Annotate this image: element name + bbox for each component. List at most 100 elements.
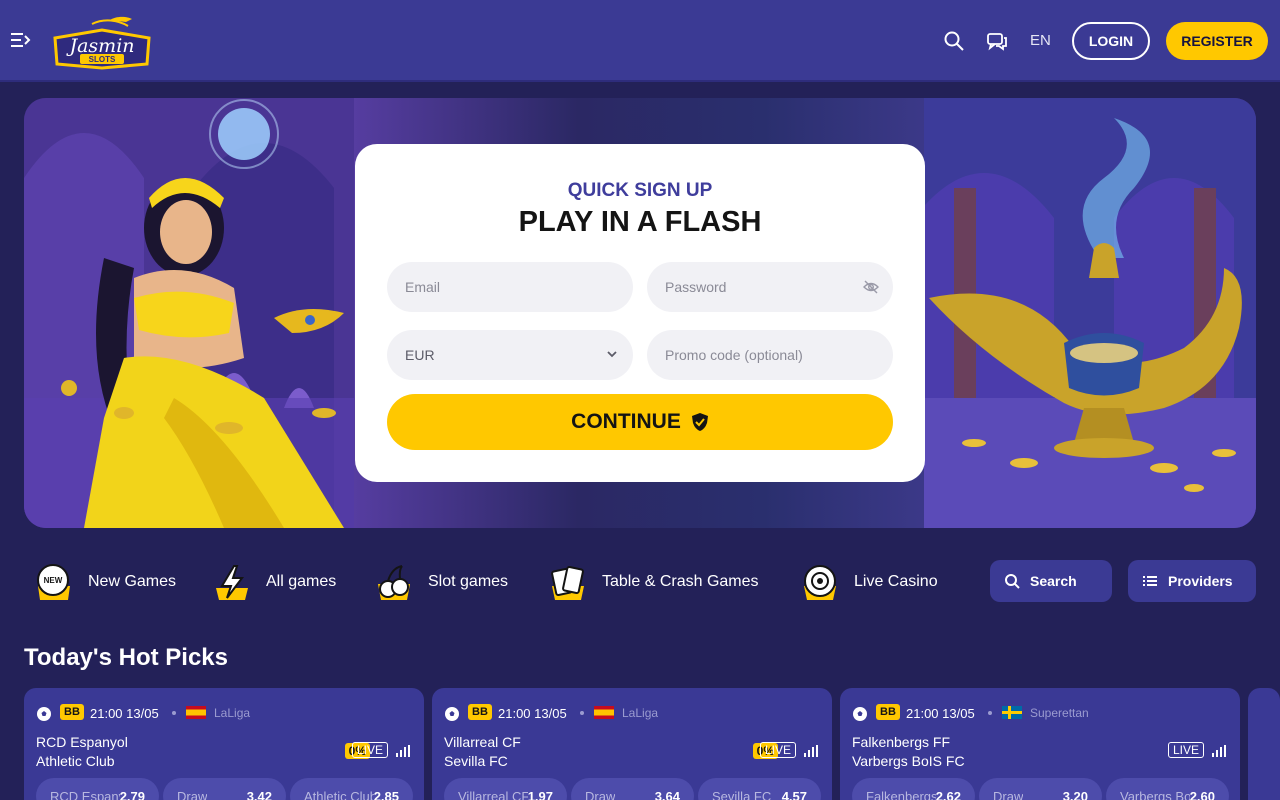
- chevron-down-icon: [607, 351, 617, 358]
- moon-icon: [218, 108, 270, 160]
- email-field[interactable]: Email: [387, 262, 633, 312]
- shield-check-icon: [691, 413, 708, 431]
- category-label: Live Casino: [854, 573, 938, 590]
- odd-value: 4.57: [781, 788, 807, 800]
- stats-icon[interactable]: [804, 745, 818, 757]
- match-time: 21:00 13/05: [90, 706, 159, 721]
- odd-label: Draw: [177, 788, 208, 800]
- odd-button-away[interactable]: Varbergs BoIS FC 2.60: [1106, 778, 1229, 800]
- category-live-casino[interactable]: Live Casino: [800, 562, 938, 602]
- league-name: LaLiga: [214, 706, 251, 720]
- stats-icon[interactable]: [1212, 745, 1226, 757]
- odd-button-home[interactable]: Falkenbergs FF 2.62: [852, 778, 975, 800]
- match-card[interactable]: BB 21:00 13/05 LaLiga Villarreal CF Sevi…: [432, 688, 832, 800]
- category-new-games[interactable]: NEW New Games: [34, 562, 176, 602]
- bet-badge: BB: [876, 704, 900, 720]
- category-label: New Games: [88, 573, 177, 590]
- team-away: Sevilla FC: [444, 753, 508, 769]
- jasmin-slots-logo[interactable]: Jasmin SLOTS: [52, 14, 152, 70]
- category-slot-games[interactable]: Slot games: [374, 562, 508, 602]
- live-badge: LIVE: [1167, 742, 1204, 758]
- football-icon: [445, 707, 459, 721]
- live-badge: LIVE: [759, 742, 796, 758]
- live-badge: LIVE: [351, 742, 388, 758]
- odd-label: Falkenbergs FF: [866, 788, 936, 800]
- currency-select[interactable]: EUR: [387, 330, 633, 380]
- odd-value: 3.42: [246, 788, 272, 800]
- cherries-icon: [378, 565, 410, 600]
- eye-off-icon[interactable]: [863, 279, 879, 295]
- odd-button-draw[interactable]: Draw 3.20: [979, 778, 1102, 800]
- team-away: Athletic Club: [36, 753, 115, 769]
- odd-value: 2.85: [373, 788, 399, 800]
- bet-badge: BB: [60, 704, 84, 720]
- continue-button[interactable]: CONTINUE: [387, 394, 893, 450]
- odd-button-away[interactable]: Athletic Club 2.85: [290, 778, 413, 800]
- team-home: Villarreal CF: [444, 734, 521, 750]
- odd-button-away[interactable]: Sevilla FC 4.57: [698, 778, 821, 800]
- league-name: LaLiga: [622, 706, 659, 720]
- search-icon[interactable]: [943, 30, 965, 52]
- odd-button-draw[interactable]: Draw 3.42: [163, 778, 286, 800]
- odd-label: Draw: [585, 788, 616, 800]
- match-time: 21:00 13/05: [906, 706, 975, 721]
- football-icon: [853, 707, 867, 721]
- providers-button[interactable]: Providers: [1128, 560, 1256, 602]
- category-all-games[interactable]: All games: [212, 562, 336, 602]
- password-field[interactable]: Password: [647, 262, 893, 312]
- search-button[interactable]: Search: [990, 560, 1112, 602]
- currency-value: EUR: [405, 347, 435, 363]
- football-icon: [37, 707, 51, 721]
- search-icon: [1005, 574, 1020, 589]
- menu-icon[interactable]: [10, 30, 32, 50]
- match-card-partial[interactable]: [1248, 688, 1280, 800]
- cards-icon: [551, 565, 584, 600]
- odd-value: 3.20: [1062, 788, 1088, 800]
- providers-label: Providers: [1168, 573, 1233, 589]
- quick-signup-form: QUICK SIGN UP PLAY IN A FLASH Email Pass…: [355, 144, 925, 482]
- odd-label: Villarreal CF: [458, 788, 528, 800]
- team-home: Falkenbergs FF: [852, 734, 951, 750]
- category-label: Slot games: [428, 573, 509, 590]
- email-placeholder: Email: [405, 279, 441, 295]
- bet-badge: BB: [468, 704, 492, 720]
- odd-label: Draw: [993, 788, 1024, 800]
- odd-button-home[interactable]: Villarreal CF 1.97: [444, 778, 567, 800]
- chat-icon[interactable]: [986, 30, 1008, 52]
- odd-value: 2.60: [1189, 788, 1215, 800]
- svg-text:NEW: NEW: [44, 576, 63, 585]
- odd-label: RCD Espanyol: [50, 788, 120, 800]
- odd-button-draw[interactable]: Draw 3.64: [571, 778, 694, 800]
- odd-button-home[interactable]: RCD Espanyol 2.79: [36, 778, 159, 800]
- top-header: Jasmin SLOTS EN LOGIN REGISTER: [0, 0, 1280, 82]
- odd-value: 2.79: [119, 788, 145, 800]
- new-badge-icon: NEW: [37, 564, 70, 600]
- category-table-crash-games[interactable]: Table & Crash Games: [548, 562, 759, 602]
- sweden-flag-icon: [1002, 706, 1022, 719]
- continue-label: CONTINUE: [571, 410, 681, 433]
- separator-dot: [580, 711, 584, 715]
- separator-dot: [172, 711, 176, 715]
- login-button[interactable]: LOGIN: [1072, 22, 1150, 60]
- register-button[interactable]: REGISTER: [1166, 22, 1268, 60]
- odd-value: 1.97: [527, 788, 553, 800]
- signup-title: PLAY IN A FLASH: [518, 206, 762, 238]
- roulette-icon: [804, 565, 836, 600]
- odd-value: 3.64: [654, 788, 680, 800]
- league-name: Superettan: [1030, 706, 1089, 720]
- stats-icon[interactable]: [396, 745, 410, 757]
- promo-code-field[interactable]: Promo code (optional): [647, 330, 893, 380]
- logo-text: Jasmin: [65, 35, 134, 57]
- match-card[interactable]: BB 21:00 13/05 Superettan Falkenbergs FF…: [840, 688, 1240, 800]
- password-placeholder: Password: [665, 279, 727, 295]
- separator-dot: [988, 711, 992, 715]
- match-card[interactable]: BB 21:00 13/05 LaLiga RCD Espanyol Athle…: [24, 688, 424, 800]
- team-home: RCD Espanyol: [36, 734, 128, 750]
- svg-text:SLOTS: SLOTS: [89, 55, 116, 64]
- team-away: Varbergs BoIS FC: [852, 753, 965, 769]
- odd-value: 2.62: [935, 788, 961, 800]
- category-label: All games: [266, 573, 337, 590]
- odd-label: Athletic Club: [304, 788, 374, 800]
- language-selector[interactable]: EN: [1030, 32, 1051, 49]
- search-label: Search: [1030, 573, 1077, 589]
